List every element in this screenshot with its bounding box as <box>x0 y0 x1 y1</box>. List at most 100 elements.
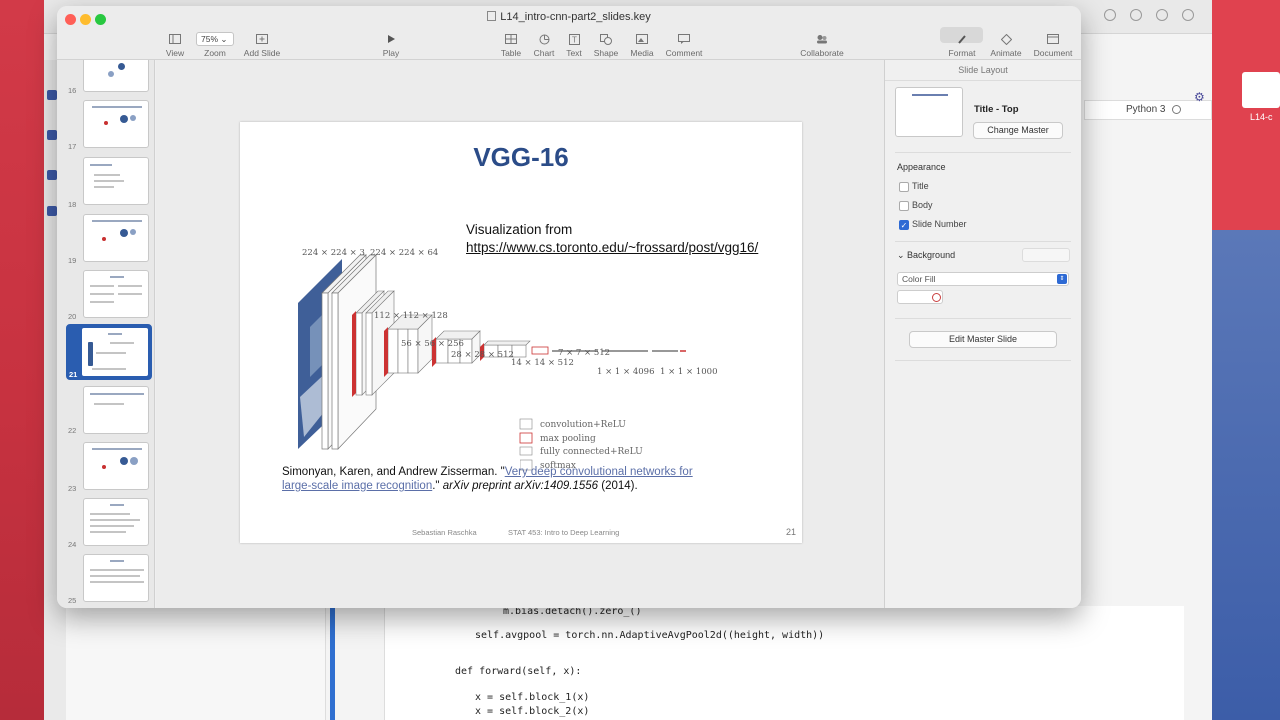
visualization-url-link[interactable]: https://www.cs.toronto.edu/~frossard/pos… <box>466 240 758 255</box>
toolbar: L14_intro-cnn-part2_slides.key View 75% … <box>57 6 1081 60</box>
running-icon[interactable] <box>47 130 57 140</box>
slide-navigator: 16 17 18 19 20 21 22 23 24 25 <box>57 60 155 608</box>
document-icon <box>487 11 497 21</box>
shape-icon <box>599 33 613 45</box>
select-arrows-icon: ⇕ <box>1057 274 1067 284</box>
slide-thumbnail[interactable] <box>83 60 149 92</box>
legend-swatch-pool <box>519 432 533 444</box>
conv-block-14-top <box>483 340 531 346</box>
window-title: L14_intro-cnn-part2_slides.key <box>57 11 1081 23</box>
thumb-title-line <box>110 560 124 562</box>
slide-title[interactable]: VGG-16 <box>240 142 802 173</box>
text-icon: T <box>567 33 581 45</box>
slide-thumbnail[interactable] <box>83 386 149 434</box>
background-heading: Background <box>907 250 956 260</box>
change-master-button[interactable]: Change Master <box>973 122 1063 139</box>
edit-master-slide-button[interactable]: Edit Master Slide <box>909 331 1057 348</box>
desktop-file-icon[interactable] <box>1242 72 1280 108</box>
conv-block-224-front <box>321 292 329 450</box>
document-label: Document <box>1033 48 1073 58</box>
format-button[interactable]: Format <box>945 26 979 58</box>
thumb-text-line <box>90 581 144 583</box>
background-section[interactable]: ⌄ Background <box>897 250 955 261</box>
puzzle-icon[interactable] <box>47 206 57 216</box>
list-icon[interactable] <box>47 170 57 180</box>
citation-text[interactable]: Simonyan, Karen, and Andrew Zisserman. "… <box>282 465 722 493</box>
dim-label: 28 × 28 × 512 <box>451 350 514 360</box>
thumb-graphic <box>120 115 128 123</box>
desktop-file-label[interactable]: L14-c <box>1250 112 1273 122</box>
footer-author: Sebastian Raschka <box>412 528 477 537</box>
document-button[interactable]: Document <box>1032 26 1074 58</box>
slide-number: 19 <box>68 256 77 265</box>
table-label: Table <box>500 48 522 58</box>
zoom-select[interactable]: 75% ⌄ <box>196 32 234 46</box>
shape-label: Shape <box>593 48 619 58</box>
shape-button[interactable]: Shape <box>593 26 619 58</box>
slide-thumbnail[interactable] <box>83 157 149 205</box>
slide[interactable]: VGG-16 224 × 224 × 3 224 × 224 × 64 112 … <box>240 122 802 543</box>
title-checkbox[interactable] <box>899 182 909 192</box>
thumb-text-line <box>96 352 126 354</box>
color-well[interactable] <box>897 290 943 304</box>
zoom-control[interactable]: 75% ⌄ Zoom <box>195 26 235 58</box>
footer-course: STAT 453: Intro to Deep Learning <box>508 528 620 537</box>
color-picker-icon[interactable] <box>932 293 941 302</box>
tabs-icon[interactable] <box>1182 9 1194 21</box>
notebook-code-cell[interactable]: m.bias.detach().zero_() self.avgpool = t… <box>384 606 1184 720</box>
citation-mid: ." <box>432 480 443 492</box>
thumb-graphic <box>120 457 128 465</box>
kernel-name[interactable]: Python 3 <box>1126 104 1165 115</box>
play-button[interactable]: Play <box>381 26 401 58</box>
slide-thumbnail[interactable] <box>83 554 149 602</box>
chart-button[interactable]: Chart <box>532 26 556 58</box>
thumb-text-line <box>90 525 134 527</box>
download-icon[interactable] <box>1104 9 1116 21</box>
thumb-text-line <box>90 519 140 521</box>
slide-thumbnail[interactable] <box>83 100 149 148</box>
thumb-graphic <box>130 115 136 121</box>
dim-label: 56 × 56 × 256 <box>401 339 464 349</box>
view-button[interactable]: View <box>165 26 185 58</box>
citation-year: (2014). <box>598 480 638 492</box>
slide-thumbnail[interactable] <box>83 498 149 546</box>
fill-type-select[interactable]: Color Fill ⇕ <box>897 272 1069 286</box>
legend-fc: fully connected+ReLU <box>540 447 643 457</box>
slide-number-checkbox[interactable]: ✓ <box>899 220 909 230</box>
share-icon[interactable] <box>1130 9 1142 21</box>
conv-block-56 <box>397 328 409 374</box>
thumb-text-line <box>118 293 142 295</box>
animate-button[interactable]: Animate <box>989 26 1023 58</box>
thumb-graphic <box>102 465 106 469</box>
folder-icon[interactable] <box>47 90 57 100</box>
collaborate-button[interactable]: Collaborate <box>799 26 845 58</box>
thumb-title-line <box>92 220 142 222</box>
add-slide-button[interactable]: Add Slide <box>243 26 281 58</box>
kernel-status-icon <box>1172 105 1181 114</box>
background-preview <box>1022 248 1070 262</box>
plus-icon[interactable] <box>1156 9 1168 21</box>
citation-journal: arXiv preprint arXiv:1409.1556 <box>442 480 599 492</box>
animate-icon <box>999 33 1013 45</box>
slide-thumbnail[interactable] <box>83 442 149 490</box>
gear-icon[interactable]: ⚙ <box>1194 90 1205 104</box>
thumb-graphic <box>104 121 108 125</box>
slide-thumbnail-selected[interactable] <box>66 324 152 380</box>
table-button[interactable]: Table <box>499 26 523 58</box>
slide-thumbnail[interactable] <box>83 270 149 318</box>
visualization-from-text[interactable]: Visualization from <box>466 222 572 237</box>
media-button[interactable]: Media <box>629 26 655 58</box>
slide-number: 22 <box>68 426 77 435</box>
legend-swatch-fc <box>519 446 533 456</box>
thumb-text-line <box>94 186 114 188</box>
layout-thumbnail[interactable] <box>895 87 963 137</box>
comment-button[interactable]: Comment <box>665 26 703 58</box>
slide-thumbnail[interactable] <box>83 214 149 262</box>
thumb-text-line <box>90 301 114 303</box>
text-button[interactable]: T Text <box>563 26 585 58</box>
media-icon <box>635 33 649 45</box>
body-checkbox[interactable] <box>899 201 909 211</box>
slide-number-checkbox-label: Slide Number <box>912 219 967 229</box>
pool-block-56 <box>384 327 388 377</box>
thumb-graphic <box>102 237 106 241</box>
